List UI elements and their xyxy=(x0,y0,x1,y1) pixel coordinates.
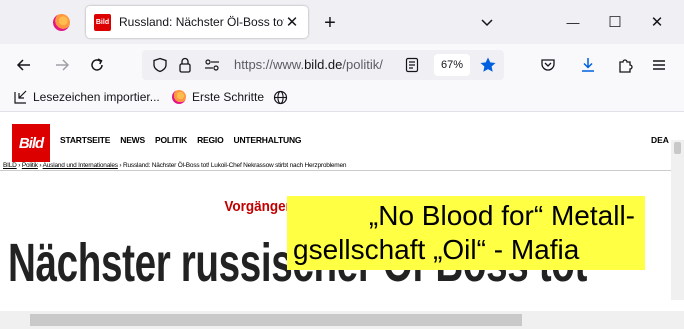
bookmark-first-steps[interactable]: Erste Schritte xyxy=(172,90,264,104)
nav-politik[interactable]: POLITIK xyxy=(155,135,187,145)
lock-icon[interactable] xyxy=(178,57,192,73)
breadcrumb: BILD › Politik › Ausland und Internation… xyxy=(3,162,347,169)
pocket-button[interactable] xyxy=(535,52,561,78)
bild-logo[interactable]: Bild xyxy=(12,124,50,162)
firefox-icon xyxy=(172,90,186,104)
tab-firefox[interactable] xyxy=(38,6,84,38)
web-page: Bild STARTSEITE NEWS POLITIK REGIO UNTER… xyxy=(0,112,684,329)
url-path: /politik/ xyxy=(342,57,383,72)
nav-regio[interactable]: REGIO xyxy=(197,135,224,145)
tab-title: Russland: Nächster Öl-Boss tot | xyxy=(119,15,284,29)
breadcrumb-current: Russland: Nächster Öl-Boss tot! Lukoil-C… xyxy=(123,162,347,169)
navigation-toolbar: https://www.bild.de/politik/ 67% xyxy=(0,44,684,85)
list-all-tabs-button[interactable] xyxy=(474,9,500,35)
bild-favicon-icon: Bild xyxy=(94,13,111,31)
tab-strip: Bild Russland: Nächster Öl-Boss tot | ✕ … xyxy=(0,0,684,44)
bookmark-globe[interactable] xyxy=(273,90,288,105)
maximize-button[interactable]: ☐ xyxy=(602,9,628,35)
url-text[interactable]: https://www.bild.de/politik/ xyxy=(234,57,383,72)
firefox-icon xyxy=(52,13,70,31)
breadcrumb-ausland[interactable]: Ausland und Internationales xyxy=(43,162,118,169)
caption-line-1: „No Blood for“ Metall- xyxy=(368,200,635,231)
nav-startseite[interactable]: STARTSEITE xyxy=(60,135,110,145)
reload-button[interactable] xyxy=(84,52,110,78)
url-bar[interactable]: https://www.bild.de/politik/ 67% xyxy=(142,50,504,80)
close-window-button[interactable]: ✕ xyxy=(644,9,670,35)
back-arrow-icon xyxy=(16,59,30,71)
chevron-down-icon xyxy=(481,19,493,27)
bookmarks-toolbar: Lesezeichen importier... Erste Schritte xyxy=(0,85,684,112)
nav-item-truncated[interactable]: DEA xyxy=(651,135,669,145)
puzzle-icon xyxy=(619,59,633,73)
back-button[interactable] xyxy=(11,52,37,78)
caption-line-2: gsellschaft „Oil“ - Mafia xyxy=(293,234,580,265)
forward-arrow-icon xyxy=(56,59,70,71)
reader-view-icon[interactable] xyxy=(405,57,419,73)
pocket-icon xyxy=(541,59,555,71)
downloads-button[interactable] xyxy=(575,52,601,78)
download-icon xyxy=(582,58,594,72)
url-prefix: https://www. xyxy=(234,57,305,72)
bookmark-label: Erste Schritte xyxy=(192,90,265,104)
tab-active[interactable]: Bild Russland: Nächster Öl-Boss tot | ✕ xyxy=(86,6,308,38)
minimize-button[interactable]: — xyxy=(560,9,586,35)
bookmark-star-icon[interactable] xyxy=(479,56,497,74)
header-divider xyxy=(0,170,684,171)
caption-overlay: „No Blood for“ Metall- gsellschaft „Oil“… xyxy=(287,196,645,270)
nav-news[interactable]: NEWS xyxy=(120,135,145,145)
bookmark-import[interactable]: Lesezeichen importier... xyxy=(14,90,160,104)
import-icon xyxy=(14,90,27,104)
horizontal-scrollbar[interactable] xyxy=(0,311,684,329)
permissions-icon[interactable] xyxy=(204,58,220,72)
shield-icon[interactable] xyxy=(152,57,168,73)
globe-icon xyxy=(273,90,288,105)
extensions-button[interactable] xyxy=(612,52,638,78)
app-menu-button[interactable] xyxy=(646,52,672,78)
breadcrumb-home[interactable]: BILD xyxy=(3,162,17,169)
scrollbar-thumb[interactable] xyxy=(674,142,681,154)
site-nav: STARTSEITE NEWS POLITIK REGIO UNTERHALTU… xyxy=(60,135,302,145)
scrollbar-thumb[interactable] xyxy=(30,314,522,326)
bookmark-label: Lesezeichen importier... xyxy=(33,90,160,104)
forward-button[interactable] xyxy=(49,52,75,78)
hamburger-menu-icon xyxy=(653,60,665,70)
url-domain: bild.de xyxy=(304,57,343,72)
new-tab-button[interactable]: + xyxy=(318,11,342,35)
reload-icon xyxy=(91,58,103,71)
zoom-level-button[interactable]: 67% xyxy=(434,54,470,76)
tab-close-button[interactable]: ✕ xyxy=(282,12,302,32)
nav-unterhaltung[interactable]: UNTERHALTUNG xyxy=(234,135,302,145)
breadcrumb-politik[interactable]: Politik xyxy=(22,162,38,169)
vertical-scrollbar[interactable] xyxy=(671,140,684,300)
